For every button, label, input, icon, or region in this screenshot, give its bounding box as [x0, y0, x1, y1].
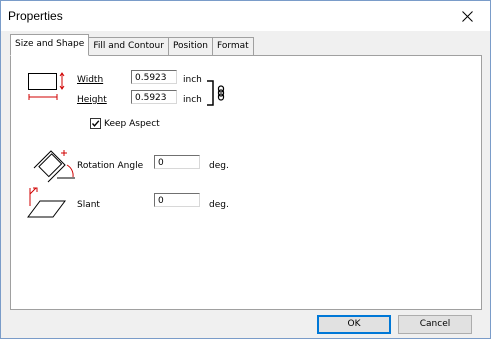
keep-aspect-checkbox[interactable]: [90, 118, 101, 129]
size-shape-icon: [28, 72, 65, 100]
tab-size-and-shape[interactable]: Size and Shape: [10, 34, 90, 56]
chain-link-icon[interactable]: [217, 85, 225, 101]
width-unit: inch: [183, 75, 202, 85]
properties-dialog: Properties Size and Shape Fill and Conto…: [0, 0, 491, 339]
width-label-text: Width: [77, 75, 104, 85]
ok-button[interactable]: OK: [317, 315, 391, 334]
width-input[interactable]: 0.5923: [131, 70, 177, 84]
width-label: Width: [77, 75, 103, 85]
slant-icon: [27, 187, 66, 218]
slant-unit: deg.: [209, 200, 229, 210]
close-icon: [461, 10, 473, 22]
height-input[interactable]: 0.5923: [131, 90, 177, 104]
rotation-unit: deg.: [209, 161, 229, 171]
slant-label: Slant: [77, 200, 100, 210]
size-and-shape-panel: Width 0.5923 inch Height 0.5923 inch Kee: [10, 55, 482, 310]
tab-position[interactable]: Position: [167, 37, 213, 55]
keep-aspect-label: Keep Aspect: [104, 119, 160, 129]
tab-fill-and-contour[interactable]: Fill and Contour: [88, 37, 169, 55]
rotation-icon: [33, 150, 75, 183]
rotation-angle-text: Rotation Angle: [77, 161, 144, 171]
window-title: Properties: [8, 9, 63, 23]
slant-input[interactable]: 0: [154, 193, 200, 207]
slant-label-text: Slant: [77, 200, 100, 210]
aspect-link-bracket: [207, 80, 214, 106]
height-label-text: Height: [77, 95, 107, 105]
height-unit: inch: [183, 95, 202, 105]
cancel-button[interactable]: Cancel: [398, 315, 472, 334]
tab-format[interactable]: Format: [211, 37, 254, 55]
tab-strip: Size and Shape Fill and Contour Position…: [10, 34, 254, 56]
close-button[interactable]: [444, 1, 490, 31]
height-label: Height: [77, 95, 107, 105]
rotation-angle-label: Rotation Angle: [77, 161, 143, 171]
rotation-angle-input[interactable]: 0: [154, 155, 200, 169]
checkmark-icon: [91, 120, 100, 127]
dialog-client-area: Size and Shape Fill and Contour Position…: [1, 31, 490, 338]
title-bar: Properties: [1, 1, 490, 31]
